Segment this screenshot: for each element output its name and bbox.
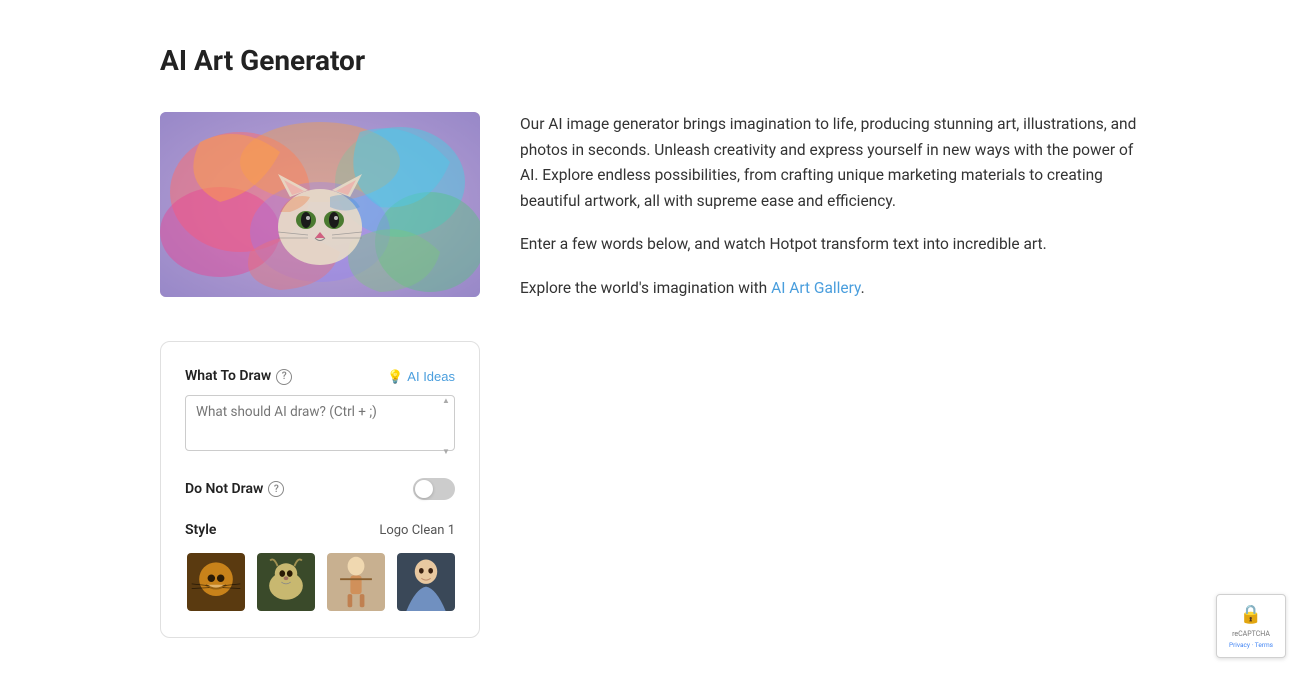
- page-wrapper: AI Art Generator: [100, 0, 1200, 678]
- style-thumb-tiger[interactable]: [185, 551, 247, 613]
- ai-ideas-button[interactable]: 💡 AI Ideas: [387, 369, 455, 385]
- what-to-draw-label: What To Draw ?: [185, 366, 292, 387]
- style-thumbnails: [185, 551, 455, 613]
- what-to-draw-label-row: What To Draw ? 💡 AI Ideas: [185, 366, 455, 387]
- description-text: Our AI image generator brings imaginatio…: [520, 112, 1140, 301]
- desc-para3-prefix: Explore the world's imagination with: [520, 279, 771, 297]
- style-section: Style Logo Clean 1: [185, 520, 455, 613]
- what-to-draw-section: What To Draw ? 💡 AI Ideas ▲ ▼: [185, 366, 455, 458]
- what-to-draw-help-icon[interactable]: ?: [276, 369, 292, 385]
- lightbulb-icon: 💡: [387, 369, 403, 385]
- desc-para1: Our AI image generator brings imaginatio…: [520, 112, 1140, 214]
- style-value: Logo Clean 1: [379, 521, 455, 541]
- desc-para3-suffix: .: [861, 279, 865, 297]
- desc-para3: Explore the world's imagination with AI …: [520, 276, 1140, 302]
- do-not-draw-toggle[interactable]: [413, 478, 455, 500]
- recaptcha-text: reCAPTCHA: [1223, 630, 1279, 639]
- form-card: What To Draw ? 💡 AI Ideas ▲ ▼ Do Not Dra…: [160, 341, 480, 638]
- style-row-header: Style Logo Clean 1: [185, 520, 455, 541]
- what-to-draw-input[interactable]: [185, 395, 455, 451]
- hero-image: [160, 112, 480, 297]
- top-section: Our AI image generator brings imaginatio…: [160, 112, 1140, 301]
- desc-para2: Enter a few words below, and watch Hotpo…: [520, 232, 1140, 258]
- recaptcha-links: Privacy · Terms: [1223, 641, 1279, 651]
- textarea-wrapper: ▲ ▼: [185, 395, 455, 458]
- page-title: AI Art Generator: [160, 40, 1140, 82]
- style-thumb-violin[interactable]: [325, 551, 387, 613]
- do-not-draw-row: Do Not Draw ?: [185, 478, 455, 500]
- gallery-link[interactable]: AI Art Gallery: [771, 279, 861, 297]
- do-not-draw-label: Do Not Draw ?: [185, 479, 284, 500]
- recaptcha-badge: 🔒 reCAPTCHA Privacy · Terms: [1216, 594, 1286, 658]
- style-thumb-goat[interactable]: [255, 551, 317, 613]
- style-thumb-portrait[interactable]: [395, 551, 457, 613]
- do-not-draw-help-icon[interactable]: ?: [268, 481, 284, 497]
- recaptcha-logo: 🔒: [1223, 601, 1279, 628]
- style-label: Style: [185, 520, 216, 541]
